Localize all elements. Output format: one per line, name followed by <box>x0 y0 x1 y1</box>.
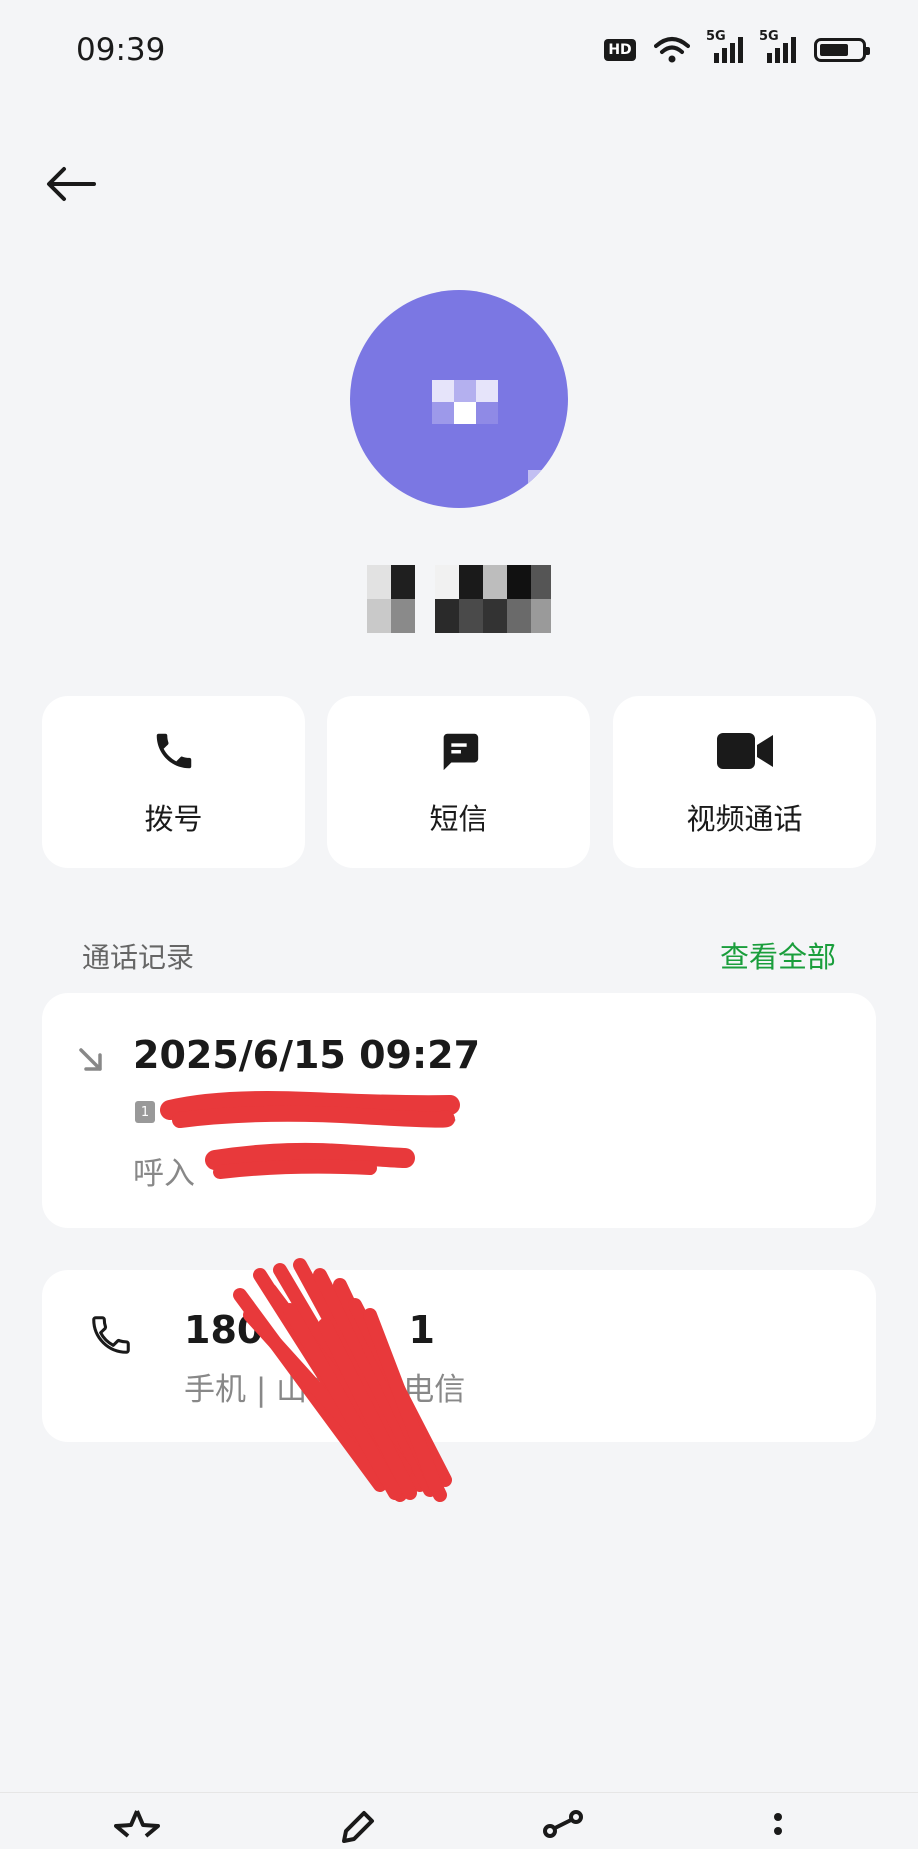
call-datetime: 2025/6/15 09:27 <box>133 1033 481 1077</box>
star-icon[interactable] <box>112 1809 162 1849</box>
signal-5g-icon-2: 5G <box>759 29 796 63</box>
contact-avatar <box>350 290 568 508</box>
signal-5g-icon-1: 5G <box>706 29 743 63</box>
call-number-partial: 1 <box>440 1095 458 1128</box>
bottom-toolbar <box>0 1792 918 1845</box>
phone-icon <box>156 733 191 769</box>
hd-icon: HD <box>604 39 636 61</box>
call-log-title: 通话记录 <box>82 941 195 974</box>
status-icons: HD 5G 5G <box>604 29 870 64</box>
sms-label: 短信 <box>429 802 488 836</box>
share-icon[interactable] <box>540 1809 586 1849</box>
dial-button[interactable]: 拨号 <box>42 696 305 868</box>
edit-icon[interactable] <box>336 1809 376 1849</box>
sms-button[interactable]: 短信 <box>327 696 590 868</box>
battery-icon <box>814 38 870 62</box>
phone-outline-icon[interactable] <box>88 1312 134 1358</box>
call-type: 呼入 <box>133 1156 195 1192</box>
back-arrow-icon[interactable] <box>44 164 96 204</box>
video-call-button[interactable]: 视频通话 <box>613 696 876 868</box>
incoming-call-arrow-icon <box>79 1048 102 1071</box>
video-call-label: 视频通话 <box>686 802 803 836</box>
contact-name-pixelated <box>367 565 552 633</box>
more-icon[interactable] <box>770 1809 786 1849</box>
phone-number-card[interactable] <box>42 1270 876 1442</box>
status-time: 09:39 <box>76 32 166 68</box>
phone-number: 180 ⠀⠀⠀⠀ 1 <box>184 1308 435 1352</box>
sim1-icon: 1 <box>135 1101 155 1123</box>
phone-meta: 手机 | 山东 ⠀⠀ 电信 <box>184 1372 466 1408</box>
view-all-link[interactable]: 查看全部 <box>720 934 836 976</box>
wifi-icon <box>654 37 690 63</box>
message-icon <box>443 733 478 771</box>
video-camera-icon <box>716 733 773 769</box>
dial-label: 拨号 <box>144 802 203 836</box>
